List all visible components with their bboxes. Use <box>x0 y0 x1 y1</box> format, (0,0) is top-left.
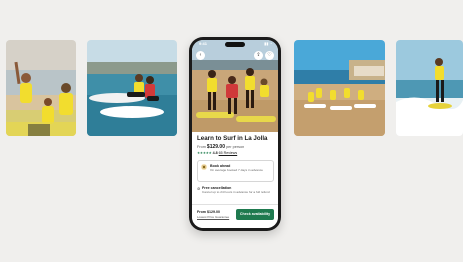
photo-group-beach-left-image <box>6 40 76 136</box>
photo-beach-lesson-image <box>294 40 385 136</box>
phone-mockup: 9:41 ▮▮ ◔ ‹ ⇪ ♡ Learn to Surf in La Joll… <box>189 37 281 231</box>
photo-surfer-wave <box>396 40 463 136</box>
listing-title: Learn to Surf in La Jolla <box>197 135 268 142</box>
price-guarantee-link[interactable]: Lowest Price Guarantee <box>197 215 229 219</box>
back-arrow-icon: ‹ <box>199 52 202 58</box>
stage: 9:41 ▮▮ ◔ ‹ ⇪ ♡ Learn to Surf in La Joll… <box>0 0 463 262</box>
rating-value: 4.8 <box>212 151 218 155</box>
book-ahead-card: ▣ Book ahead On average booked 7 days in… <box>197 160 274 182</box>
photo-boards-water-image <box>87 40 177 136</box>
favorite-button[interactable]: ♡ <box>265 51 274 60</box>
price-amount: $129.00 <box>206 144 225 150</box>
rating-stars: ★★★★★ <box>197 151 212 155</box>
status-icons: ▮▮ ◔ <box>264 41 272 46</box>
price-prefix: From <box>197 145 206 149</box>
price-row: From $129.00 per person <box>197 144 274 150</box>
status-time: 9:41 <box>199 41 208 46</box>
camera-notch <box>225 42 245 47</box>
share-button[interactable]: ⇪ <box>254 51 263 60</box>
cancel-icon: ⊘ <box>197 186 201 191</box>
photo-surfer-wave-image <box>396 40 463 136</box>
price-suffix: per person <box>226 145 245 149</box>
listing-details: Learn to Surf in La Jolla From $129.00 p… <box>197 135 274 202</box>
book-ahead-subtitle: On average booked 7 days in advance <box>210 168 263 172</box>
booking-footer: From $129.00 Lowest Price Guarantee Chec… <box>192 204 278 228</box>
free-cancellation-subtitle: Cancel up to 24 hours in advance for a f… <box>202 190 270 194</box>
free-cancellation: ⊘ Free cancellation Cancel up to 24 hour… <box>197 186 274 202</box>
reviews-link[interactable]: 65 Reviews <box>219 151 238 155</box>
status-bar: 9:41 ▮▮ ◔ <box>192 40 278 48</box>
back-button[interactable]: ‹ <box>196 51 205 60</box>
heart-icon: ♡ <box>267 52 272 58</box>
phone-screen: 9:41 ▮▮ ◔ ‹ ⇪ ♡ Learn to Surf in La Joll… <box>192 40 278 228</box>
check-availability-button[interactable]: Check availability <box>236 209 274 220</box>
photo-beach-lesson <box>294 40 385 136</box>
calendar-icon: ▣ <box>201 164 207 170</box>
footer-price: From $129.00 <box>197 210 220 214</box>
rating-row: ★★★★★ 4.8 65 Reviews <box>197 151 274 155</box>
photo-group-beach-left <box>6 40 76 136</box>
share-icon: ⇪ <box>256 52 261 58</box>
photo-boards-water <box>87 40 177 136</box>
